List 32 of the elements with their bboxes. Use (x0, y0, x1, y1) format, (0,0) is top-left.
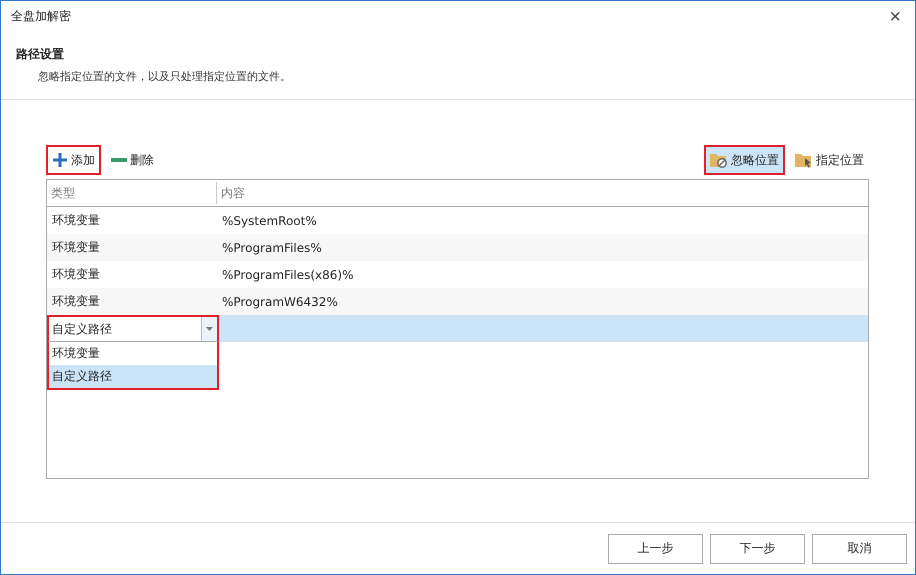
table-cell-text: %ProgramW6432% (221, 294, 338, 308)
table-cell-text: %ProgramFiles(x86)% (221, 268, 354, 282)
minus-icon (111, 158, 127, 162)
dropdown-option[interactable]: 自定义路径 (49, 365, 217, 388)
add-button[interactable]: 添加 (46, 145, 101, 175)
section-title: 路径设置 (16, 46, 65, 63)
plus-icon (52, 152, 68, 168)
dialog-button[interactable]: 取消 (812, 534, 907, 564)
specify-location-button[interactable]: 指定位置 (789, 145, 870, 175)
table-row[interactable]: 环境变量 %ProgramFiles% (47, 234, 868, 261)
ignore-location-button[interactable]: 忽略位置 (704, 145, 785, 175)
table-row[interactable]: 自定义路径 (47, 315, 868, 342)
section-description: 忽略指定位置的文件，以及只处理指定位置的文件。 (37, 69, 292, 84)
folder-blocked-icon (710, 152, 728, 168)
table-cell-text: %ProgramFiles% (221, 240, 322, 254)
window-title: 全盘加解密 (11, 8, 71, 25)
close-button[interactable]: × (885, 6, 905, 26)
column-header: 内容 (220, 185, 245, 202)
type-combo-box[interactable]: 自定义路径 (47, 315, 219, 342)
table-cell-text: 环境变量 (51, 293, 101, 310)
dialog-button[interactable]: 上一步 (608, 534, 703, 564)
combo-value: 自定义路径 (51, 320, 112, 338)
table-row[interactable]: 环境变量 %ProgramW6432% (47, 288, 868, 315)
table-cell-text: %SystemRoot% (221, 214, 317, 228)
folder-cursor-icon (795, 152, 813, 168)
table-cell-text: 环境变量 (51, 212, 101, 229)
table-cell-text: 环境变量 (51, 239, 101, 256)
remove-button[interactable]: 删除 (105, 145, 160, 175)
column-header: 类型 (47, 182, 217, 204)
dialog-button[interactable]: 下一步 (710, 534, 805, 564)
table-cell-text: 环境变量 (51, 266, 101, 283)
dropdown-arrow-icon (206, 327, 213, 331)
